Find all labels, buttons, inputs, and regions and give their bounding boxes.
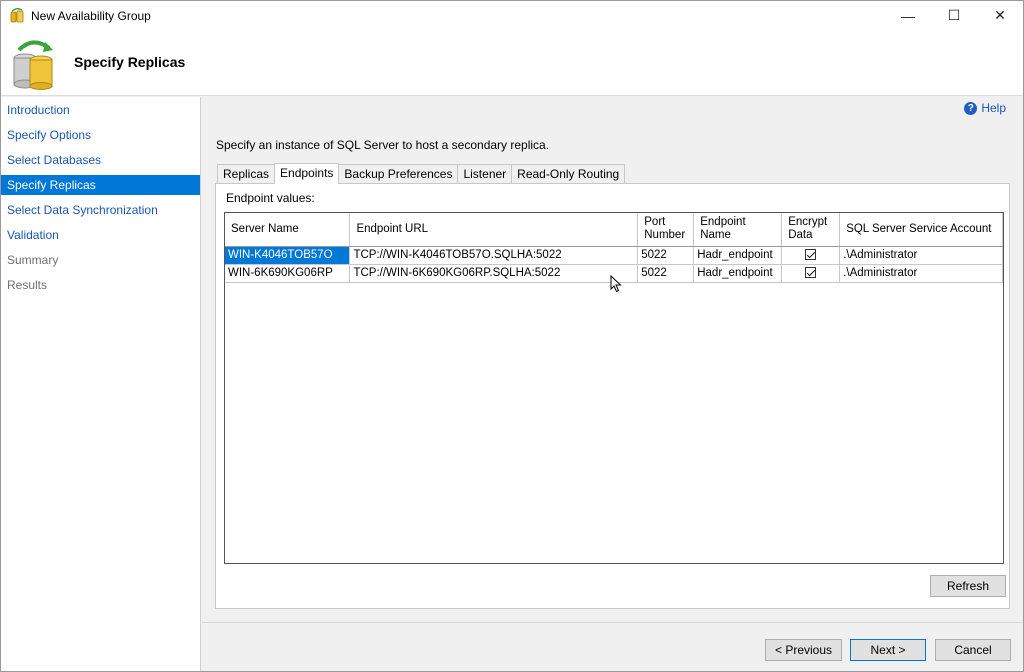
encrypt-data-cell[interactable] [781,264,841,283]
table-header-row: Server Name Endpoint URL Port Number End… [225,213,1003,247]
endpoint-url-cell[interactable]: TCP://WIN-K4046TOB57O.SQLHA:5022 [349,246,639,265]
wizard-header: Specify Replicas [1,30,1023,96]
sidebar-item-introduction[interactable]: Introduction [1,100,200,120]
tab-replicas[interactable]: Replicas [217,164,276,183]
endpoint-name-cell[interactable]: Hadr_endpoint [693,264,783,283]
encrypt-data-cell[interactable] [781,246,841,265]
availability-group-icon [10,7,24,22]
tab-listener[interactable]: Listener [457,164,513,183]
close-button[interactable]: ✕ [977,1,1023,30]
encrypt-data-checkbox[interactable] [805,249,817,261]
footer-divider [202,622,1023,623]
service-account-cell[interactable]: .\Administrator [839,246,1003,265]
maximize-button[interactable]: ☐ [931,1,977,30]
server-name-cell[interactable]: WIN-K4046TOB57O [225,246,351,265]
endpoints-grid[interactable]: Server Name Endpoint URL Port Number End… [224,212,1004,564]
window-title: New Availability Group [31,8,151,23]
endpoint-values-label: Endpoint values: [226,191,315,205]
column-header-service-account[interactable]: SQL Server Service Account [839,213,1003,247]
endpoints-tab-panel: Endpoint values: Server Name Endpoint UR… [215,183,1010,609]
column-header-endpoint-name[interactable]: Endpoint Name [693,213,783,247]
column-header-endpoint-url[interactable]: Endpoint URL [349,213,639,247]
wizard-steps-sidebar: Introduction Specify Options Select Data… [1,97,201,671]
help-icon: ? [964,101,978,115]
refresh-button[interactable]: Refresh [930,575,1006,597]
previous-button[interactable]: < Previous [765,639,842,661]
table-row[interactable]: WIN-K4046TOB57O TCP://WIN-K4046TOB57O.SQ… [225,246,1003,265]
column-header-server-name[interactable]: Server Name [225,213,351,247]
sidebar-item-select-databases[interactable]: Select Databases [1,150,200,170]
port-number-cell[interactable]: 5022 [637,264,695,283]
mouse-cursor-icon [610,275,622,293]
cancel-button[interactable]: Cancel [935,639,1011,661]
page-title: Specify Replicas [74,54,186,70]
help-label: Help [981,101,1006,115]
sidebar-item-validation[interactable]: Validation [1,225,200,245]
sidebar-item-results: Results [7,278,48,292]
endpoints-table: Server Name Endpoint URL Port Number End… [225,213,1003,283]
wizard-window: New Availability Group — ☐ ✕ Specify Rep… [0,0,1024,672]
tab-endpoints[interactable]: Endpoints [274,163,340,184]
endpoint-name-cell[interactable]: Hadr_endpoint [693,246,783,265]
database-replica-icon [13,40,53,90]
service-account-cell[interactable]: .\Administrator [839,264,1003,283]
minimize-button[interactable]: — [885,1,931,30]
sidebar-item-specify-options[interactable]: Specify Options [1,125,200,145]
server-name-cell[interactable]: WIN-6K690KG06RP [225,264,351,283]
title-bar: New Availability Group — ☐ ✕ [1,1,1023,30]
instruction-text: Specify an instance of SQL Server to hos… [216,138,550,152]
window-controls: — ☐ ✕ [885,1,1023,30]
tab-strip: Replicas Endpoints Backup Preferences Li… [217,163,626,184]
tab-backup-preferences[interactable]: Backup Preferences [338,164,459,183]
port-number-cell[interactable]: 5022 [637,246,695,265]
sidebar-item-summary: Summary [7,253,59,267]
encrypt-data-checkbox[interactable] [805,267,817,279]
column-header-port-number[interactable]: Port Number [637,213,695,247]
tab-read-only-routing[interactable]: Read-Only Routing [511,164,626,183]
sidebar-item-select-data-synchronization[interactable]: Select Data Synchronization [1,200,200,220]
column-header-encrypt-data[interactable]: Encrypt Data [781,213,841,247]
endpoint-url-cell[interactable]: TCP://WIN-6K690KG06RP.SQLHA:5022 [349,264,639,283]
next-button[interactable]: Next > [850,639,926,661]
help-link[interactable]: ? Help [964,101,1006,115]
sidebar-item-specify-replicas[interactable]: Specify Replicas [1,175,200,195]
main-content: ? Help Specify an instance of SQL Server… [202,97,1023,671]
